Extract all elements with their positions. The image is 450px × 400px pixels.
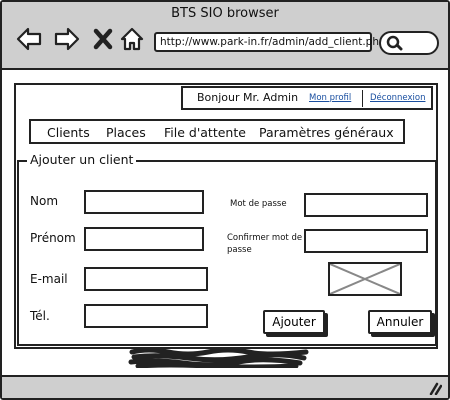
status-bar [2, 375, 448, 398]
menu-item-clients[interactable]: Clients [47, 125, 90, 140]
label-confirm-password: Confirmer mot de passe [227, 233, 303, 255]
home-icon[interactable] [119, 26, 145, 52]
confirm-password-input[interactable] [304, 229, 428, 253]
main-menu: Clients Places File d'attente Paramètres… [29, 119, 405, 144]
nom-input[interactable] [84, 190, 204, 214]
url-input[interactable]: http://www.park-in.fr/admin/add_client.p… [154, 32, 386, 52]
user-bar: Bonjour Mr. Admin Mon profil Déconnexion [181, 86, 433, 110]
label-prenom: Prénom [30, 231, 76, 245]
scribble-decoration [128, 346, 310, 368]
label-nom: Nom [30, 194, 59, 208]
cancel-button[interactable]: Annuler [368, 310, 432, 334]
back-arrow-icon[interactable] [16, 26, 42, 52]
resize-handle-icon[interactable] [426, 381, 442, 395]
menu-item-places[interactable]: Places [106, 125, 146, 140]
menu-item-file-attente[interactable]: File d'attente [164, 125, 246, 140]
label-email: E-mail [30, 272, 68, 286]
password-input[interactable] [304, 193, 428, 217]
divider [362, 90, 363, 107]
tel-input[interactable] [84, 304, 208, 328]
search-icon[interactable] [385, 35, 403, 51]
search-field[interactable] [379, 31, 439, 55]
label-password: Mot de passe [230, 199, 287, 209]
forward-arrow-icon[interactable] [54, 26, 80, 52]
close-x-icon[interactable] [92, 26, 114, 52]
profile-link[interactable]: Mon profil [309, 93, 351, 103]
captcha-image-placeholder [328, 262, 402, 296]
window-title: BTS SIO browser [171, 6, 279, 21]
title-bar: BTS SIO browser http://www.park-in.fr/ad… [2, 2, 448, 70]
logout-link[interactable]: Déconnexion [370, 93, 425, 103]
form-legend: Ajouter un client [27, 152, 137, 167]
browser-window: BTS SIO browser http://www.park-in.fr/ad… [0, 0, 450, 400]
email-input[interactable] [84, 267, 208, 291]
label-tel: Tél. [30, 309, 50, 323]
prenom-input[interactable] [84, 227, 204, 251]
greeting-text: Bonjour Mr. Admin [197, 91, 299, 104]
add-button[interactable]: Ajouter [263, 310, 325, 334]
menu-item-parametres[interactable]: Paramètres généraux [259, 125, 394, 140]
